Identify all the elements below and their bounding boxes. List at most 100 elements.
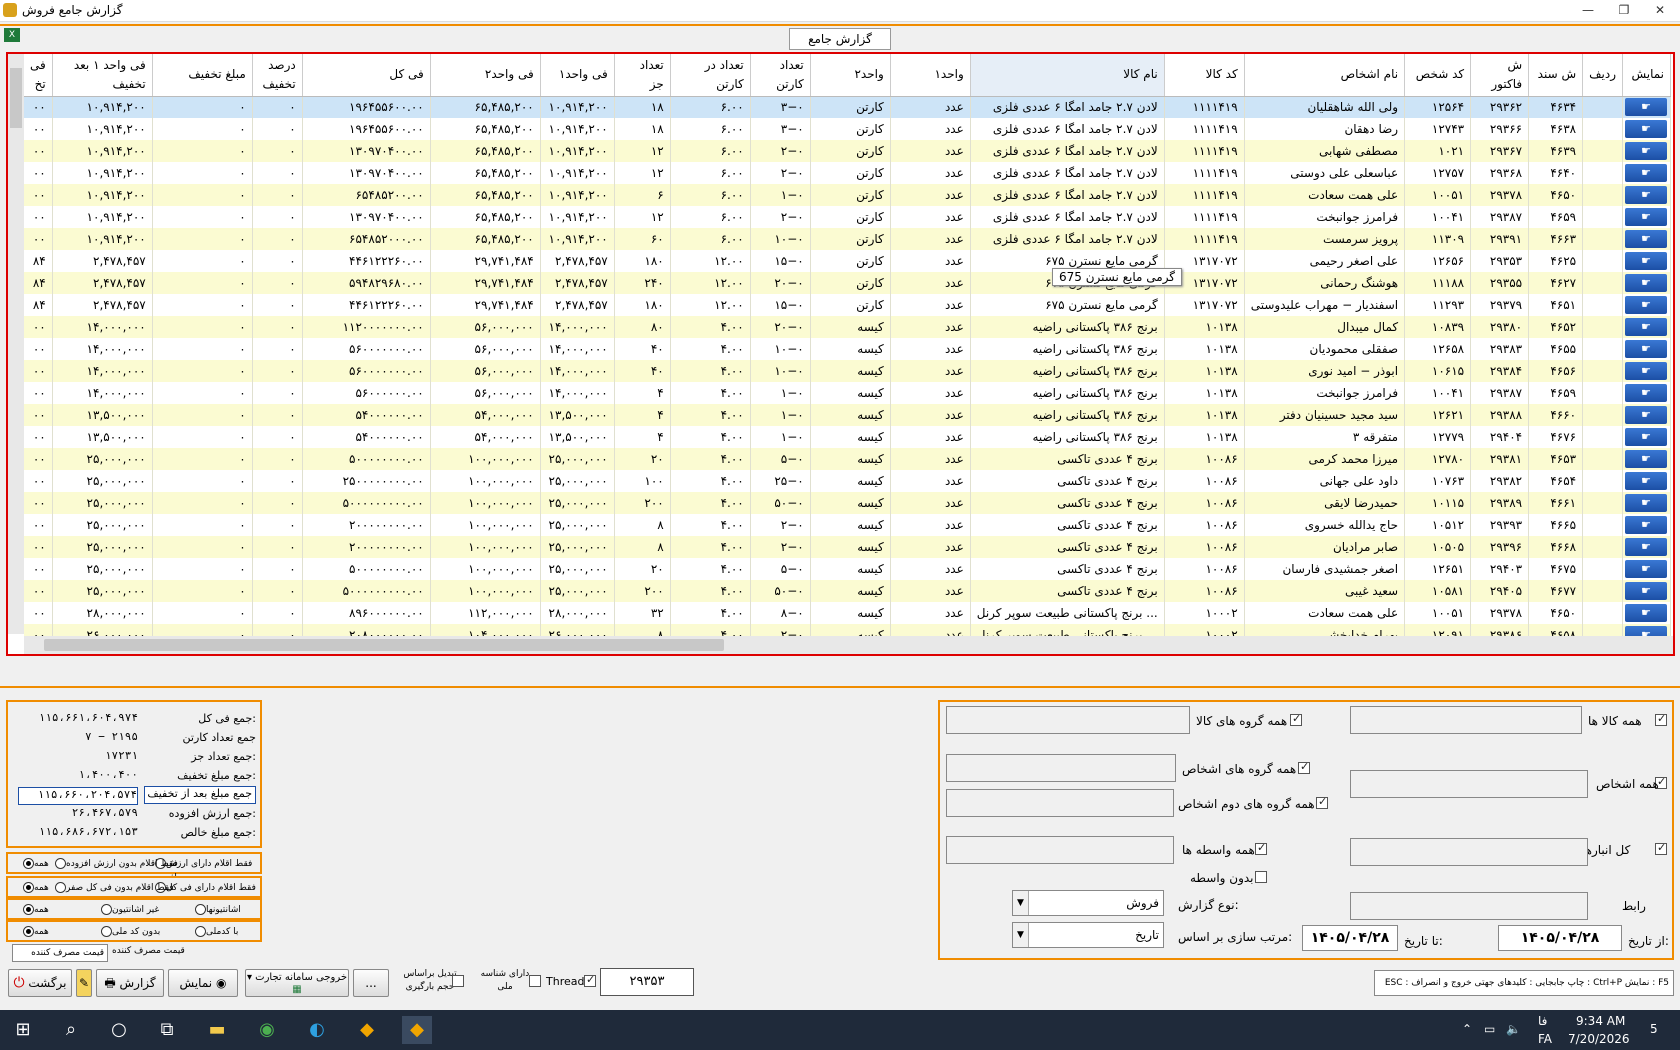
hand-pointer-icon[interactable]: ☛ xyxy=(1625,516,1668,534)
persons-field[interactable] xyxy=(1350,770,1588,798)
report-type-select[interactable]: ▼ فروش xyxy=(1012,890,1164,916)
edge-icon[interactable]: ◐ xyxy=(302,1016,332,1044)
to-date-field[interactable]: ۱۴۰۵/۰۴/۲۸ xyxy=(1302,925,1398,951)
col-header-inv[interactable]: ش فاکتور xyxy=(1470,54,1530,97)
hand-pointer-icon[interactable]: ☛ xyxy=(1625,208,1668,226)
radio-option[interactable]: اشانتیونها xyxy=(192,903,241,917)
table-row[interactable]: ۰۰ ۱۳,۵۰۰,۰۰۰ ۰ ۰ ۵۴۰۰۰۰۰۰.۰۰ ۵۴,۰۰۰,۰۰۰ ۱۳,۵۰… xyxy=(24,426,1672,448)
col-header-doc[interactable]: ش سند xyxy=(1528,54,1584,97)
goods-groups-field[interactable] xyxy=(946,706,1190,734)
table-row[interactable]: ۰۰ ۱۰,۹۱۴,۲۰۰ ۰ ۰ ۱۳۰۹۷۰۴۰۰.۰۰ ۶۵,۴۸۵,۲۰۰ ۱۰,۹… xyxy=(24,140,1672,162)
goods-field[interactable] xyxy=(1350,706,1582,734)
table-row[interactable]: ۰۰ ۱۴,۰۰۰,۰۰۰ ۰ ۰ ۵۶۰۰۰۰۰۰۰.۰۰ ۵۶,۰۰۰,۰۰۰ ۱۴,۰… xyxy=(24,338,1672,360)
hand-pointer-icon[interactable]: ☛ xyxy=(1625,340,1668,358)
thread-value[interactable]: ۲۹۳۵۳ xyxy=(600,968,694,996)
thread-checkbox[interactable] xyxy=(584,973,596,987)
no-broker-checkbox[interactable] xyxy=(1255,871,1267,883)
table-row[interactable]: ۰۰ ۱۳,۵۰۰,۰۰۰ ۰ ۰ ۵۴۰۰۰۰۰۰.۰۰ ۵۴,۰۰۰,۰۰۰ ۱۳,۵۰… xyxy=(24,404,1672,426)
clock-date[interactable]: 7/20/2026 xyxy=(1568,1032,1630,1046)
hand-pointer-icon[interactable]: ☛ xyxy=(1625,560,1668,578)
hand-pointer-icon[interactable]: ☛ xyxy=(1625,362,1668,380)
clock-time[interactable]: 9:34 AM xyxy=(1576,1014,1625,1028)
table-row[interactable]: ۰۰ ۲۵,۰۰۰,۰۰۰ ۰ ۰ ۲۰۰۰۰۰۰۰۰.۰۰ ۱۰۰,۰۰۰,۰۰۰ ۲۵,… xyxy=(24,514,1672,536)
report-button[interactable]: 🖶 گزارش xyxy=(96,969,164,997)
radio-option[interactable]: غیر اشانتیون xyxy=(98,903,159,917)
table-row[interactable]: ۰۰ ۱۰,۹۱۴,۲۰۰ ۰ ۰ ۱۹۶۴۵۵۶۰۰.۰۰ ۶۵,۴۸۵,۲۰۰ ۱۰,۹… xyxy=(24,96,1672,118)
hand-pointer-icon[interactable]: ☛ xyxy=(1625,274,1668,292)
accounting-app-icon[interactable]: ◆ xyxy=(352,1016,382,1044)
lang-indicator[interactable]: FA xyxy=(1538,1032,1552,1046)
sort-by-select[interactable]: ▼ تاریخ xyxy=(1012,922,1164,948)
table-row[interactable]: ۸۴ ۲,۴۷۸,۴۵۷ ۰ ۰ ۵۹۴۸۲۹۶۸۰.۰۰ ۲۹,۷۴۱,۴۸۴ ۲,۴۷۸… xyxy=(24,272,1672,294)
radio-option[interactable]: فقط اقلام بدون فی کل صفر xyxy=(52,881,174,895)
volume-checkbox[interactable] xyxy=(452,975,464,987)
table-row[interactable]: ۰۰ ۲۵,۰۰۰,۰۰۰ ۰ ۰ ۵۰۰۰۰۰۰۰۰.۰۰ ۱۰۰,۰۰۰,۰۰۰ ۲۵,… xyxy=(24,448,1672,470)
table-row[interactable]: ۰۰ ۲۵,۰۰۰,۰۰۰ ۰ ۰ ۵۰۰۰۰۰۰۰۰۰.۰۰ ۱۰۰,۰۰۰,۰۰۰ ۲۵… xyxy=(24,492,1672,514)
hand-pointer-icon[interactable]: ☛ xyxy=(1625,230,1668,248)
table-row[interactable]: ۸۴ ۲,۴۷۸,۴۵۷ ۰ ۰ ۴۴۶۱۲۲۲۶۰.۰۰ ۲۹,۷۴۱,۴۸۴ ۲,۴۷۸… xyxy=(24,250,1672,272)
col-header-perctn[interactable]: تعداد در کارتن xyxy=(670,54,751,97)
all-second-groups-checkbox[interactable] xyxy=(1316,795,1328,809)
hand-pointer-icon[interactable]: ☛ xyxy=(1625,604,1668,622)
radio-button[interactable] xyxy=(195,926,206,937)
radio-button[interactable] xyxy=(23,882,34,893)
radio-option[interactable]: بدون کد ملی xyxy=(98,925,160,939)
all-goods-groups-checkbox[interactable] xyxy=(1290,712,1302,726)
radio-button[interactable] xyxy=(23,904,34,915)
hand-pointer-icon[interactable]: ☛ xyxy=(1625,384,1668,402)
col-header-total[interactable]: فی کل xyxy=(302,54,431,97)
radio-button[interactable] xyxy=(195,904,206,915)
link-field[interactable] xyxy=(1350,892,1588,920)
table-row[interactable]: ۰۰ ۱۰,۹۱۴,۲۰۰ ۰ ۰ ۱۹۶۴۵۵۶۰۰.۰۰ ۶۵,۴۸۵,۲۰۰ ۱۰,۹… xyxy=(24,118,1672,140)
start-icon[interactable]: ⊞ xyxy=(8,1016,38,1044)
scroll-thumb[interactable] xyxy=(10,68,22,128)
all-goods-checkbox[interactable] xyxy=(1655,712,1667,726)
col-header-gname[interactable]: نام کالا xyxy=(970,54,1165,97)
maximize-button[interactable]: ❐ xyxy=(1604,0,1644,22)
col-header-damt[interactable]: مبلغ تخفیف xyxy=(152,54,253,97)
col-header-gcode[interactable]: کد کالا xyxy=(1164,54,1245,97)
table-row[interactable]: ۰۰ ۱۰,۹۱۴,۲۰۰ ۰ ۰ ۱۳۰۹۷۰۴۰۰.۰۰ ۶۵,۴۸۵,۲۰۰ ۱۰,۹… xyxy=(24,162,1672,184)
hand-pointer-icon[interactable]: ☛ xyxy=(1625,472,1668,490)
horizontal-scrollbar[interactable] xyxy=(24,636,1673,654)
table-row[interactable]: ۰۰ ۱۰,۹۱۴,۲۰۰ ۰ ۰ ۶۵۴۸۵۲۰۰۰.۰۰ ۶۵,۴۸۵,۲۰۰ ۱۰,۹… xyxy=(24,228,1672,250)
col-header-extra[interactable]: فی تخ xyxy=(24,54,53,97)
table-row[interactable]: ۰۰ ۲۵,۰۰۰,۰۰۰ ۰ ۰ ۲۵۰۰۰۰۰۰۰۰.۰۰ ۱۰۰,۰۰۰,۰۰۰ ۲۵… xyxy=(24,470,1672,492)
radio-button[interactable] xyxy=(101,926,112,937)
excel-icon[interactable]: X xyxy=(4,28,20,42)
col-header-dpct[interactable]: درصد تخفیف xyxy=(252,54,303,97)
table-row[interactable]: ۰۰ ۱۴,۰۰۰,۰۰۰ ۰ ۰ ۵۶۰۰۰۰۰۰۰.۰۰ ۵۶,۰۰۰,۰۰۰ ۱۴,۰… xyxy=(24,360,1672,382)
consumer-price-field[interactable]: قیمت مصرف کننده xyxy=(12,944,108,962)
network-icon[interactable]: ▭ xyxy=(1484,1022,1495,1036)
col-header-pcode[interactable]: کد شخص xyxy=(1404,54,1472,97)
hand-pointer-icon[interactable]: ☛ xyxy=(1625,318,1668,336)
back-button[interactable]: ⏻ برگشت xyxy=(8,969,72,997)
chrome-icon[interactable]: ◉ xyxy=(252,1016,282,1044)
table-row[interactable]: ۰۰ ۲۸,۰۰۰,۰۰۰ ۰ ۰ ۸۹۶۰۰۰۰۰۰.۰۰ ۱۱۲,۰۰۰,۰۰۰ ۲۸,… xyxy=(24,602,1672,624)
file-explorer-icon[interactable]: ▬ xyxy=(202,1016,232,1044)
hand-pointer-icon[interactable]: ☛ xyxy=(1625,296,1668,314)
hand-pointer-icon[interactable]: ☛ xyxy=(1625,120,1668,138)
hand-pointer-icon[interactable]: ☛ xyxy=(1625,538,1668,556)
more-button[interactable]: ... xyxy=(353,969,389,997)
table-row[interactable]: ۰۰ ۲۵,۰۰۰,۰۰۰ ۰ ۰ ۵۰۰۰۰۰۰۰۰.۰۰ ۱۰۰,۰۰۰,۰۰۰ ۲۵,… xyxy=(24,558,1672,580)
table-row[interactable]: ۸۴ ۲,۴۷۸,۴۵۷ ۰ ۰ ۴۴۶۱۲۲۲۶۰.۰۰ ۲۹,۷۴۱,۴۸۴ ۲,۴۷۸… xyxy=(24,294,1672,316)
person-groups-field[interactable] xyxy=(946,754,1176,782)
edit-icon[interactable]: ✎ xyxy=(76,969,92,997)
tray-chevron-icon[interactable]: ⌃ xyxy=(1462,1022,1472,1036)
col-header-piece[interactable]: تعداد جز xyxy=(614,54,671,97)
warehouses-field[interactable] xyxy=(1350,838,1588,866)
table-row[interactable]: ۰۰ ۲۵,۰۰۰,۰۰۰ ۰ ۰ ۲۰۰۰۰۰۰۰۰.۰۰ ۱۰۰,۰۰۰,۰۰۰ ۲۵,… xyxy=(24,536,1672,558)
col-header-after[interactable]: فی واحد ۱ بعد تخفیف xyxy=(52,54,153,97)
col-header-ctn[interactable]: تعداد کارتن xyxy=(750,54,811,97)
hand-pointer-icon[interactable]: ☛ xyxy=(1625,428,1668,446)
radio-option[interactable]: همه xyxy=(20,857,49,871)
radio-button[interactable] xyxy=(55,858,66,869)
col-header-p1[interactable]: فی واحد۱ xyxy=(540,54,615,97)
notification-badge[interactable]: 5 xyxy=(1650,1022,1658,1036)
radio-option[interactable]: با کدملی xyxy=(192,925,238,939)
col-header-p2[interactable]: فی واحد۲ xyxy=(430,54,541,97)
table-row[interactable]: ۰۰ ۱۴,۰۰۰,۰۰۰ ۰ ۰ ۱۱۲۰۰۰۰۰۰۰.۰۰ ۵۶,۰۰۰,۰۰۰ ۱۴,… xyxy=(24,316,1672,338)
radio-option[interactable]: همه xyxy=(20,925,49,939)
table-row[interactable]: ۰۰ ۱۰,۹۱۴,۲۰۰ ۰ ۰ ۱۳۰۹۷۰۴۰۰.۰۰ ۶۵,۴۸۵,۲۰۰ ۱۰,۹… xyxy=(24,206,1672,228)
